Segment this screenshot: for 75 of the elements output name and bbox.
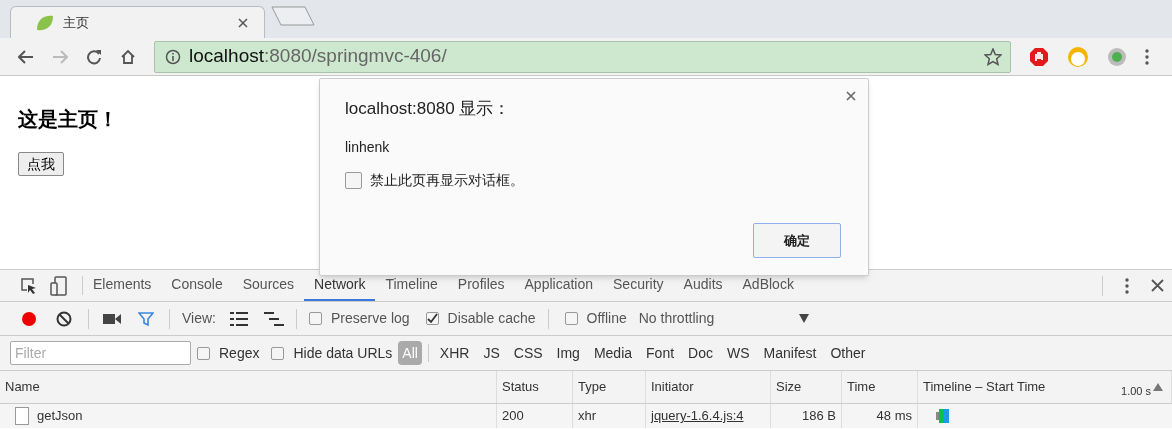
inspect-cursor-icon[interactable] [20, 276, 38, 295]
star-icon[interactable] [984, 47, 1002, 66]
option-label: Regex [219, 343, 260, 363]
option-label: Disable cache [447, 309, 536, 328]
ok-button[interactable]: 确定 [753, 223, 841, 258]
back-arrow-icon[interactable] [18, 49, 34, 64]
reload-icon[interactable] [86, 48, 102, 65]
column-header[interactable]: Time [847, 377, 876, 397]
column-header[interactable]: Size [776, 377, 802, 397]
info-icon[interactable] [165, 48, 181, 65]
devtools-tab[interactable]: Sources [232, 270, 305, 301]
view-label: View: [182, 309, 216, 328]
file-icon [15, 407, 29, 425]
waterfall-view-icon[interactable] [264, 311, 284, 326]
dropdown-arrow-icon [798, 314, 809, 323]
table-cell-text: xhr [578, 407, 597, 426]
column-header[interactable]: Timeline – Start Time [923, 377, 1046, 397]
dialog-title: localhost:8080 显示： [345, 98, 511, 120]
menu-icon[interactable] [1145, 48, 1149, 65]
table-cell-text: getJson [37, 407, 83, 426]
table-cell-text: 48 ms [876, 407, 912, 426]
column-header[interactable]: Initiator [651, 377, 694, 397]
devtools-tab[interactable]: Elements [83, 270, 162, 301]
type-filter[interactable]: XHR [435, 341, 474, 365]
more-options-icon[interactable] [1125, 277, 1129, 294]
type-filter[interactable]: Doc [684, 341, 717, 365]
home-icon[interactable] [120, 49, 136, 64]
timeline-scale: 1.00 s [1121, 383, 1151, 399]
checkbox[interactable] [425, 312, 439, 325]
close-icon[interactable] [846, 91, 856, 101]
type-filter[interactable]: Other [826, 341, 870, 365]
address-bar[interactable]: localhost:8080/springmvc-406/ [154, 40, 1011, 73]
checkbox[interactable] [564, 312, 578, 325]
video-camera-icon[interactable] [103, 312, 121, 325]
extension-dot-icon[interactable] [1107, 46, 1127, 67]
tab-title: 主页 [63, 13, 89, 32]
filter-icon[interactable] [138, 310, 154, 327]
record-icon[interactable] [20, 309, 38, 328]
type-filter[interactable]: CSS [509, 341, 547, 365]
checkbox[interactable] [309, 312, 322, 325]
list-view-icon[interactable] [230, 311, 248, 326]
checkbox[interactable] [271, 346, 285, 360]
option-label: Hide data URLs [293, 343, 393, 363]
checkbox[interactable] [197, 346, 210, 360]
devtools-tab[interactable]: Console [161, 270, 233, 301]
option-label: Preserve log [331, 309, 410, 328]
leaf-icon [35, 13, 55, 32]
close-icon[interactable] [1151, 279, 1164, 292]
page-heading: 这是主页！ [18, 106, 118, 133]
table-cell-text: 200 [502, 407, 524, 426]
filter-field[interactable]: Filter [10, 341, 191, 365]
type-filter[interactable]: Img [552, 341, 584, 365]
browser-tab[interactable]: 主页 [10, 6, 265, 38]
type-filter[interactable]: Media [589, 341, 637, 365]
dialog-message: linhenk [345, 138, 390, 157]
type-filter[interactable]: WS [722, 341, 754, 365]
url-text: localhost:8080/springmvc-406/ [189, 44, 447, 69]
type-filter[interactable]: Manifest [759, 341, 821, 365]
timing-bar [936, 409, 949, 423]
column-header[interactable]: Type [578, 377, 607, 397]
throttling-dropdown[interactable]: No throttling [638, 308, 809, 329]
type-filter[interactable]: JS [479, 341, 504, 365]
type-filter[interactable]: Font [642, 341, 679, 365]
table-cell-text: 186 B [802, 407, 836, 426]
click-button[interactable]: 点我 [18, 152, 64, 176]
checkbox-label: 禁止此页再显示对话框。 [370, 171, 524, 190]
sort-ascending-icon[interactable] [1153, 383, 1163, 391]
column-header[interactable]: Status [502, 377, 539, 397]
checkbox[interactable] [345, 172, 362, 189]
device-icon[interactable] [50, 275, 68, 296]
clear-icon[interactable] [56, 310, 72, 327]
column-header[interactable]: Name [5, 377, 40, 397]
close-icon[interactable] [238, 17, 248, 28]
initiator-link[interactable]: jquery-1.6.4.js:4 [651, 406, 744, 426]
option-label: Offline [586, 309, 627, 328]
